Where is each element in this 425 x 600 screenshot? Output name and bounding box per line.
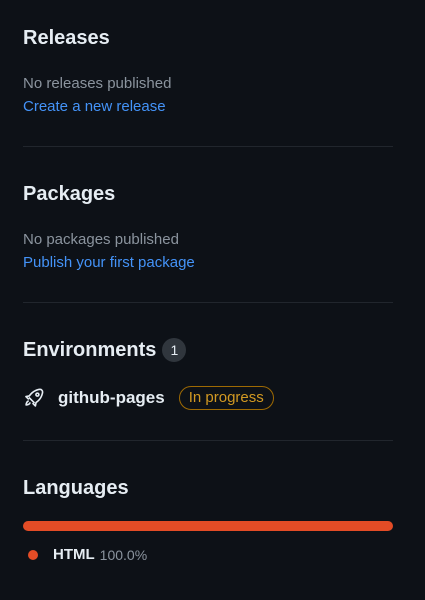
section-divider [23, 146, 393, 147]
packages-empty-text: No packages published [23, 231, 179, 248]
environment-item[interactable]: github-pages In progress [23, 385, 393, 411]
languages-title-label: Languages [23, 477, 129, 499]
releases-title-label[interactable]: Releases [23, 26, 110, 50]
language-item[interactable]: HTML 100.0% [23, 546, 393, 563]
language-bar[interactable] [23, 521, 393, 531]
language-name[interactable]: HTML [53, 546, 95, 563]
section-divider [23, 302, 393, 303]
language-color-dot [28, 549, 38, 560]
releases-title[interactable]: Releases [23, 26, 393, 50]
environments-section: Environments 1 github-pages In progress [23, 338, 393, 411]
environments-title[interactable]: Environments 1 [23, 338, 393, 362]
section-divider [23, 440, 393, 441]
languages-section: Languages HTML 100.0% [23, 476, 393, 563]
publish-package-link[interactable]: Publish your first package [23, 253, 393, 273]
packages-title[interactable]: Packages [23, 182, 393, 206]
releases-section: Releases No releases published Create a … [23, 26, 393, 117]
releases-empty-text: No releases published [23, 75, 172, 92]
create-release-link[interactable]: Create a new release [23, 97, 393, 117]
environments-title-label[interactable]: Environments [23, 338, 156, 362]
packages-section: Packages No packages published Publish y… [23, 182, 393, 273]
repo-sidebar: Releases No releases published Create a … [0, 0, 425, 600]
environment-status-badge: In progress [178, 386, 274, 410]
environments-count-badge: 1 [162, 338, 187, 362]
language-percent[interactable]: 100.0% [100, 547, 147, 563]
rocket-icon [23, 387, 45, 409]
packages-title-label[interactable]: Packages [23, 182, 115, 206]
languages-title: Languages [23, 476, 393, 500]
environment-name-link[interactable]: github-pages [58, 388, 165, 408]
